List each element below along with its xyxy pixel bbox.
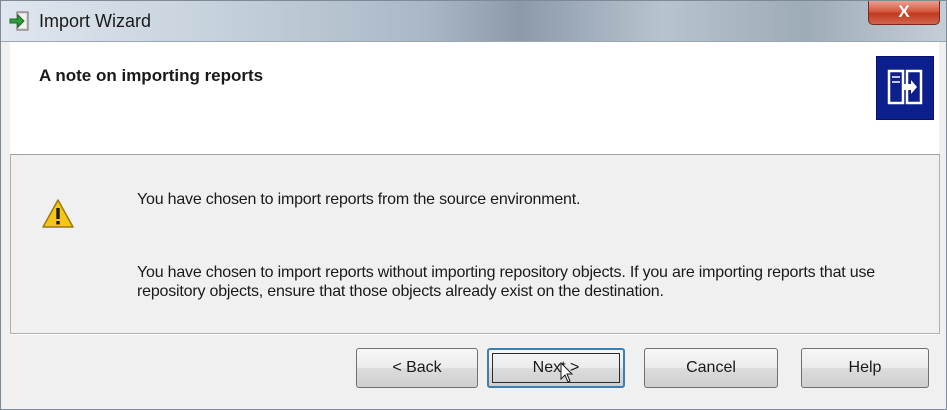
mouse-pointer-icon (560, 362, 574, 383)
close-icon: X (898, 2, 910, 21)
page-title: A note on importing reports (39, 66, 264, 85)
panel-right-border (939, 154, 940, 334)
panel-left-border (10, 154, 11, 334)
back-button[interactable]: < Back (356, 348, 478, 388)
warning-icon (42, 199, 74, 228)
message-source-environment: You have chosen to import reports from t… (137, 191, 581, 208)
cancel-button[interactable]: Cancel (644, 348, 778, 388)
import-wizard-window: Import Wizard X A note on importing repo… (0, 0, 947, 410)
wizard-doors-icon (887, 69, 923, 105)
next-focus-ring (492, 353, 620, 383)
next-button[interactable]: Next > (487, 348, 625, 388)
wizard-header: A note on importing reports (10, 42, 939, 155)
import-arrow-icon (9, 11, 29, 31)
import-wizard-icon (876, 56, 934, 120)
close-button[interactable]: X (868, 1, 940, 25)
message-repository-objects: You have chosen to import reports withou… (137, 264, 875, 300)
button-separator (10, 333, 939, 335)
window-title: Import Wizard (39, 11, 152, 31)
title-bar[interactable]: Import Wizard X (1, 1, 946, 42)
help-button[interactable]: Help (801, 348, 929, 388)
